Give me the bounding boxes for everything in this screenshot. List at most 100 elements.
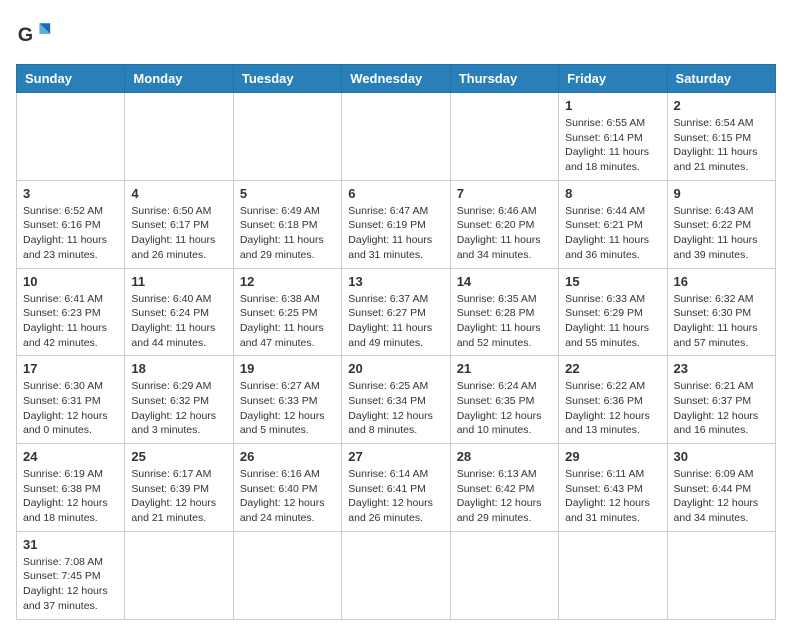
column-header-wednesday: Wednesday xyxy=(342,65,450,93)
day-info: Sunrise: 6:49 AMSunset: 6:18 PMDaylight:… xyxy=(240,204,335,263)
calendar-cell: 6Sunrise: 6:47 AMSunset: 6:19 PMDaylight… xyxy=(342,180,450,268)
day-number: 13 xyxy=(348,274,443,289)
day-number: 1 xyxy=(565,98,660,113)
day-number: 10 xyxy=(23,274,118,289)
calendar-cell: 22 Sunrise: 6:22 AMSunset: 6:36 PMDayligh… xyxy=(559,356,667,444)
calendar-cell: 17 Sunrise: 6:30 AMSunset: 6:31 PMDayligh… xyxy=(17,356,125,444)
day-number: 2 xyxy=(674,98,769,113)
day-info: Sunrise: 6:52 AMSunset: 6:16 PMDaylight:… xyxy=(23,204,118,263)
calendar-cell: 26 Sunrise: 6:16 AMSunset: 6:40 PMDayligh… xyxy=(233,444,341,532)
day-number: 24 xyxy=(23,449,118,464)
day-info: Sunrise: 7:08 AMSunset: 7:45 PMDaylight:… xyxy=(23,555,118,614)
day-info: Sunrise: 6:24 AMSunset: 6:35 PMDaylight:… xyxy=(457,379,552,438)
day-number: 11 xyxy=(131,274,226,289)
day-number: 22 xyxy=(565,361,660,376)
day-info: Sunrise: 6:16 AMSunset: 6:40 PMDaylight:… xyxy=(240,467,335,526)
day-info: Sunrise: 6:30 AMSunset: 6:31 PMDaylight:… xyxy=(23,379,118,438)
column-header-friday: Friday xyxy=(559,65,667,93)
calendar-cell: 19 Sunrise: 6:27 AMSunset: 6:33 PMDayligh… xyxy=(233,356,341,444)
day-number: 7 xyxy=(457,186,552,201)
calendar-cell: 23 Sunrise: 6:21 AMSunset: 6:37 PMDayligh… xyxy=(667,356,775,444)
calendar-week-2: 3 Sunrise: 6:52 AMSunset: 6:16 PMDaylight… xyxy=(17,180,776,268)
day-info: Sunrise: 6:21 AMSunset: 6:37 PMDaylight:… xyxy=(674,379,769,438)
calendar-week-4: 17 Sunrise: 6:30 AMSunset: 6:31 PMDayligh… xyxy=(17,356,776,444)
calendar-week-6: 31 Sunrise: 7:08 AMSunset: 7:45 PMDayligh… xyxy=(17,531,776,619)
day-number: 26 xyxy=(240,449,335,464)
day-info: Sunrise: 6:35 AMSunset: 6:28 PMDaylight:… xyxy=(457,292,552,351)
column-header-sunday: Sunday xyxy=(17,65,125,93)
day-number: 5 xyxy=(240,186,335,201)
day-number: 8 xyxy=(565,186,660,201)
calendar-cell: 9Sunrise: 6:43 AMSunset: 6:22 PMDaylight… xyxy=(667,180,775,268)
day-info: Sunrise: 6:38 AMSunset: 6:25 PMDaylight:… xyxy=(240,292,335,351)
day-number: 15 xyxy=(565,274,660,289)
calendar-cell xyxy=(667,531,775,619)
calendar-cell: 10 Sunrise: 6:41 AMSunset: 6:23 PMDayligh… xyxy=(17,268,125,356)
day-number: 19 xyxy=(240,361,335,376)
day-info: Sunrise: 6:29 AMSunset: 6:32 PMDaylight:… xyxy=(131,379,226,438)
svg-text:G: G xyxy=(18,24,33,46)
calendar-cell: 30Sunrise: 6:09 AMSunset: 6:44 PMDayligh… xyxy=(667,444,775,532)
day-info: Sunrise: 6:32 AMSunset: 6:30 PMDaylight:… xyxy=(674,292,769,351)
calendar-cell: 15 Sunrise: 6:33 AMSunset: 6:29 PMDayligh… xyxy=(559,268,667,356)
calendar-cell xyxy=(233,531,341,619)
calendar-cell: 29 Sunrise: 6:11 AMSunset: 6:43 PMDayligh… xyxy=(559,444,667,532)
calendar-cell: 18 Sunrise: 6:29 AMSunset: 6:32 PMDayligh… xyxy=(125,356,233,444)
day-number: 3 xyxy=(23,186,118,201)
calendar-cell: 28 Sunrise: 6:13 AMSunset: 6:42 PMDayligh… xyxy=(450,444,558,532)
column-header-saturday: Saturday xyxy=(667,65,775,93)
day-number: 23 xyxy=(674,361,769,376)
day-info: Sunrise: 6:46 AMSunset: 6:20 PMDaylight:… xyxy=(457,204,552,263)
day-info: Sunrise: 6:22 AMSunset: 6:36 PMDaylight:… xyxy=(565,379,660,438)
calendar-week-5: 24Sunrise: 6:19 AMSunset: 6:38 PMDayligh… xyxy=(17,444,776,532)
calendar-cell: 11 Sunrise: 6:40 AMSunset: 6:24 PMDayligh… xyxy=(125,268,233,356)
day-number: 17 xyxy=(23,361,118,376)
calendar-cell: 13 Sunrise: 6:37 AMSunset: 6:27 PMDayligh… xyxy=(342,268,450,356)
day-info: Sunrise: 6:37 AMSunset: 6:27 PMDaylight:… xyxy=(348,292,443,351)
column-header-monday: Monday xyxy=(125,65,233,93)
calendar-cell xyxy=(125,531,233,619)
day-number: 28 xyxy=(457,449,552,464)
day-info: Sunrise: 6:40 AMSunset: 6:24 PMDaylight:… xyxy=(131,292,226,351)
calendar-cell xyxy=(342,531,450,619)
calendar-cell: 27Sunrise: 6:14 AMSunset: 6:41 PMDayligh… xyxy=(342,444,450,532)
day-info: Sunrise: 6:13 AMSunset: 6:42 PMDaylight:… xyxy=(457,467,552,526)
day-number: 21 xyxy=(457,361,552,376)
calendar-cell xyxy=(17,93,125,181)
calendar-cell: 16 Sunrise: 6:32 AMSunset: 6:30 PMDayligh… xyxy=(667,268,775,356)
calendar-cell xyxy=(450,531,558,619)
calendar-cell: 25Sunrise: 6:17 AMSunset: 6:39 PMDayligh… xyxy=(125,444,233,532)
day-number: 12 xyxy=(240,274,335,289)
column-header-thursday: Thursday xyxy=(450,65,558,93)
day-info: Sunrise: 6:17 AMSunset: 6:39 PMDaylight:… xyxy=(131,467,226,526)
day-info: Sunrise: 6:33 AMSunset: 6:29 PMDaylight:… xyxy=(565,292,660,351)
day-info: Sunrise: 6:11 AMSunset: 6:43 PMDaylight:… xyxy=(565,467,660,526)
calendar-cell: 4Sunrise: 6:50 AMSunset: 6:17 PMDaylight… xyxy=(125,180,233,268)
day-info: Sunrise: 6:09 AMSunset: 6:44 PMDaylight:… xyxy=(674,467,769,526)
day-number: 14 xyxy=(457,274,552,289)
day-number: 31 xyxy=(23,537,118,552)
calendar-cell: 5 Sunrise: 6:49 AMSunset: 6:18 PMDaylight… xyxy=(233,180,341,268)
calendar-cell: 20 Sunrise: 6:25 AMSunset: 6:34 PMDayligh… xyxy=(342,356,450,444)
day-number: 16 xyxy=(674,274,769,289)
calendar-cell: 12 Sunrise: 6:38 AMSunset: 6:25 PMDayligh… xyxy=(233,268,341,356)
calendar-cell: 14 Sunrise: 6:35 AMSunset: 6:28 PMDayligh… xyxy=(450,268,558,356)
day-info: Sunrise: 6:55 AMSunset: 6:14 PMDaylight:… xyxy=(565,116,660,175)
calendar-cell: 1 Sunrise: 6:55 AMSunset: 6:14 PMDaylight… xyxy=(559,93,667,181)
page-header: G xyxy=(16,16,776,52)
day-info: Sunrise: 6:25 AMSunset: 6:34 PMDaylight:… xyxy=(348,379,443,438)
day-number: 18 xyxy=(131,361,226,376)
day-number: 9 xyxy=(674,186,769,201)
calendar-week-3: 10 Sunrise: 6:41 AMSunset: 6:23 PMDayligh… xyxy=(17,268,776,356)
calendar-cell xyxy=(233,93,341,181)
day-info: Sunrise: 6:27 AMSunset: 6:33 PMDaylight:… xyxy=(240,379,335,438)
day-info: Sunrise: 6:41 AMSunset: 6:23 PMDaylight:… xyxy=(23,292,118,351)
calendar-cell: 31 Sunrise: 7:08 AMSunset: 7:45 PMDayligh… xyxy=(17,531,125,619)
day-number: 20 xyxy=(348,361,443,376)
column-header-tuesday: Tuesday xyxy=(233,65,341,93)
day-number: 29 xyxy=(565,449,660,464)
calendar-header-row: SundayMondayTuesdayWednesdayThursdayFrid… xyxy=(17,65,776,93)
calendar-table: SundayMondayTuesdayWednesdayThursdayFrid… xyxy=(16,64,776,620)
day-number: 6 xyxy=(348,186,443,201)
calendar-cell xyxy=(559,531,667,619)
